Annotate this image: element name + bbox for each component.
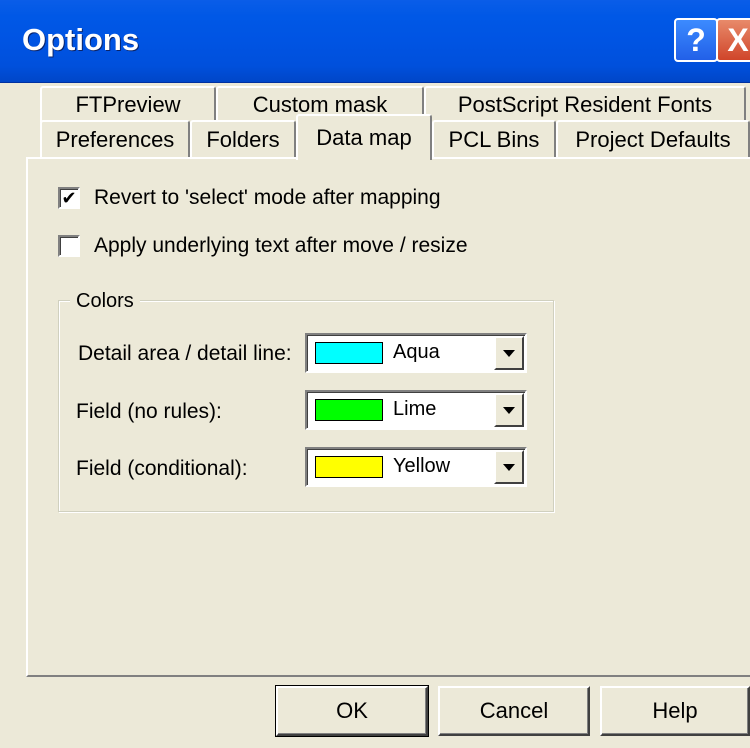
chevron-down-icon — [503, 406, 515, 414]
chevron-down-icon — [503, 463, 515, 471]
color-swatch — [315, 399, 383, 421]
dropdown-button[interactable] — [494, 450, 524, 484]
apply-underlying-checkbox[interactable] — [58, 235, 80, 257]
title-bar: Options ? X — [0, 0, 750, 83]
checkmark-icon: ✔ — [61, 188, 77, 208]
help-button[interactable]: Help — [600, 686, 750, 736]
field-no-rules-color-select[interactable]: Lime — [305, 390, 527, 430]
tab-preferences[interactable]: Preferences — [40, 120, 190, 158]
detail-area-color-select[interactable]: Aqua — [305, 333, 527, 373]
close-icon: X — [727, 21, 749, 58]
tab-label: FTPreview — [75, 92, 181, 117]
ok-label: OK — [336, 698, 368, 723]
window-title: Options — [22, 22, 140, 57]
ok-button[interactable]: OK — [275, 685, 429, 737]
tab-label: Folders — [206, 127, 280, 152]
dropdown-button[interactable] — [494, 393, 524, 427]
cancel-label: Cancel — [479, 698, 549, 723]
selected-color: Lime — [393, 398, 437, 420]
tab-label: Project Defaults — [575, 127, 731, 152]
field-conditional-color-select[interactable]: Yellow — [305, 447, 527, 487]
color-swatch — [315, 456, 383, 478]
tab-label: PostScript Resident Fonts — [457, 92, 713, 117]
tab-label: PCL Bins — [448, 127, 540, 152]
tab-pcl-bins[interactable]: PCL Bins — [432, 120, 556, 158]
cancel-button[interactable]: Cancel — [438, 686, 590, 736]
help-label: Help — [652, 698, 698, 723]
revert-select-checkbox[interactable]: ✔ — [58, 187, 80, 209]
selected-color: Aqua — [393, 341, 440, 363]
close-title-button[interactable]: X — [716, 18, 750, 62]
question-icon: ? — [686, 21, 706, 58]
chevron-down-icon — [503, 349, 515, 357]
tab-postscript-resident-fonts[interactable]: PostScript Resident Fonts — [424, 86, 746, 122]
tab-label: Preferences — [55, 127, 175, 152]
tab-data-map[interactable]: Data map — [296, 114, 432, 160]
tab-ftpreview[interactable]: FTPreview — [40, 86, 216, 122]
help-title-button[interactable]: ? — [674, 18, 718, 62]
selected-color: Yellow — [393, 455, 451, 477]
tab-label: Data map — [316, 125, 412, 150]
tab-folders[interactable]: Folders — [190, 120, 296, 158]
color-swatch — [315, 342, 383, 364]
tab-project-defaults[interactable]: Project Defaults — [556, 120, 750, 158]
dropdown-button[interactable] — [494, 336, 524, 370]
